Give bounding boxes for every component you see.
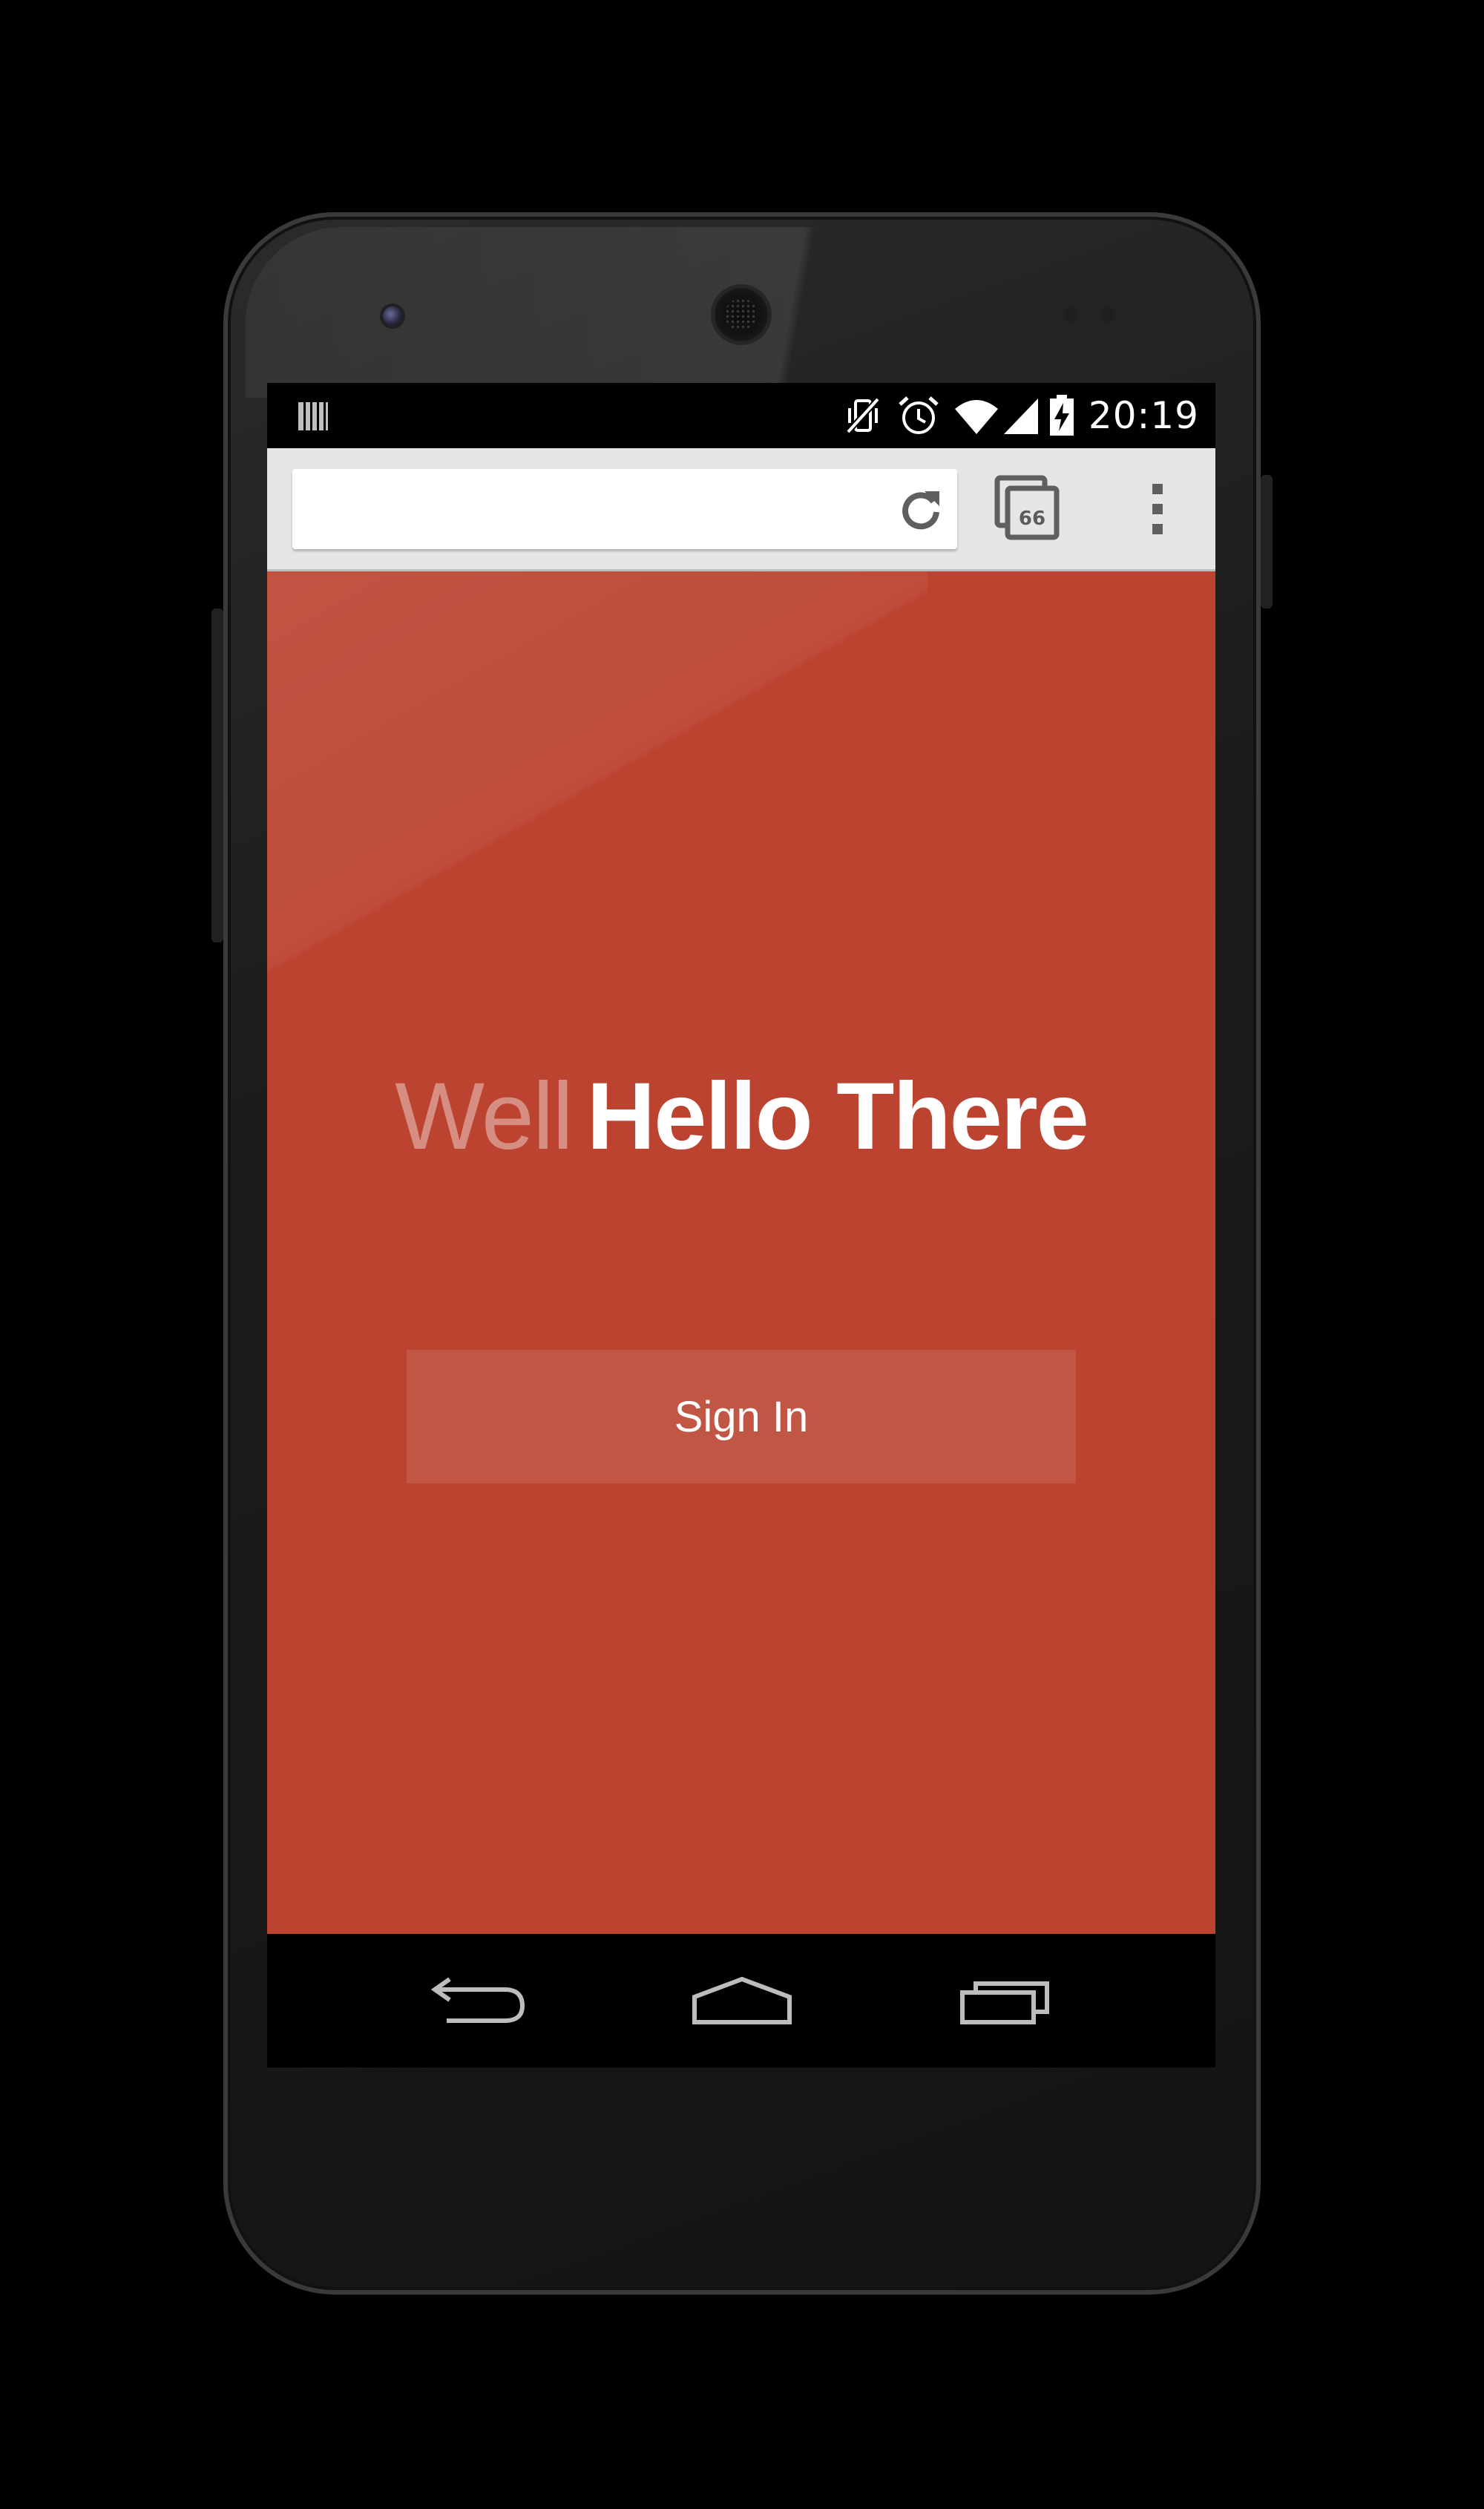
wifi-icon [954, 400, 998, 434]
power-button [1261, 475, 1273, 609]
recents-button[interactable] [939, 1956, 1073, 2045]
status-time: 20:19 [1088, 394, 1199, 437]
tab-count: 66 [1018, 508, 1046, 530]
vibrate-mute-icon [845, 397, 880, 434]
back-button[interactable] [412, 1956, 545, 2045]
back-icon [430, 1977, 525, 2023]
front-camera [383, 306, 402, 326]
volume-button [211, 609, 223, 942]
home-button[interactable] [675, 1956, 809, 2045]
status-icons: 20:19 [842, 393, 1199, 438]
omnibox[interactable] [292, 469, 957, 549]
headline-bold: Hello There [586, 1063, 1089, 1170]
earpiece-speaker [715, 288, 768, 341]
web-content: Well Hello There Sign In [267, 571, 1215, 1934]
battery-charging-icon [1049, 395, 1074, 436]
cell-signal-icon [1003, 399, 1038, 434]
reload-icon[interactable] [898, 487, 944, 533]
overflow-menu-icon[interactable] [1143, 479, 1172, 539]
url-input[interactable] [313, 491, 850, 527]
proximity-sensor [1063, 306, 1079, 323]
notification-bars-icon [298, 402, 328, 430]
alarm-icon [899, 396, 939, 434]
screen: 20:19 66 Well Hello There Sign In [267, 383, 1215, 2067]
headline-light: Well [395, 1063, 574, 1170]
browser-toolbar: 66 [267, 448, 1215, 571]
status-bar: 20:19 [267, 383, 1215, 448]
home-icon [692, 1976, 792, 2024]
light-sensor [1100, 306, 1116, 323]
content-sheen [267, 571, 928, 1083]
sign-in-button[interactable]: Sign In [407, 1350, 1076, 1483]
page-headline: Well Hello There [267, 1061, 1215, 1172]
nav-bar [267, 1934, 1215, 2067]
recents-icon [960, 1981, 1049, 2024]
